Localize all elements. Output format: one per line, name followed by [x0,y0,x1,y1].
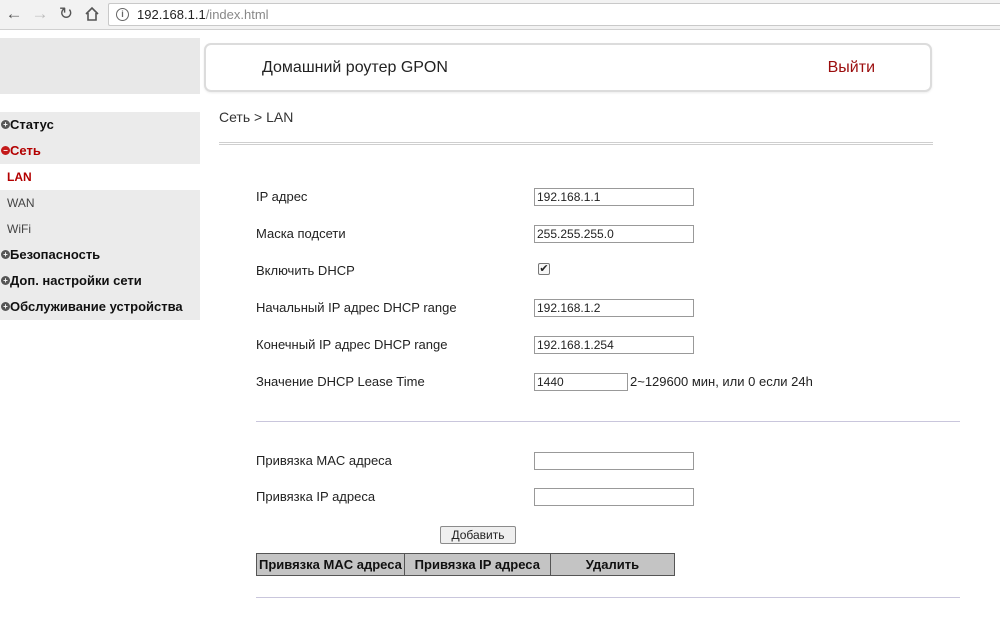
mac-binding-input[interactable] [534,452,694,470]
enable-dhcp-checkbox[interactable]: ✔ [538,263,550,275]
sidebar-item-label: Сеть [10,143,41,158]
ip-binding-input[interactable] [534,488,694,506]
column-header: Удалить [549,553,676,576]
ip-binding-label: Привязка IP адреса [256,489,376,504]
forward-icon[interactable]: → [30,4,50,24]
sidebar-item-maintenance[interactable]: + Обслуживание устройства [0,294,200,320]
sidebar-item-advanced-network[interactable]: + Доп. настройки сети [0,268,200,294]
expand-icon: + [1,302,10,311]
divider [219,142,933,145]
table-header-row: Привязка MAC адреса Привязка IP адреса У… [256,553,676,576]
reload-icon[interactable]: ↻ [56,4,76,24]
sidebar-item-network[interactable]: − Сеть [0,138,200,164]
expand-icon: + [1,250,10,259]
mac-binding-label: Привязка MAC адреса [256,453,392,468]
binding-table: Привязка MAC адреса Привязка IP адреса У… [256,553,676,576]
sidebar-item-label: LAN [7,170,32,184]
dhcp-start-label: Начальный IP адрес DHCP range [256,300,457,315]
dhcp-end-label: Конечный IP адрес DHCP range [256,337,448,352]
ip-address-label: IP адрес [256,189,308,204]
add-button[interactable]: Добавить [440,526,516,544]
sidebar-item-label: WAN [7,196,35,210]
sidebar-item-status[interactable]: + Статус [0,112,200,138]
info-icon[interactable]: i [116,8,129,21]
lease-time-hint: 2~129600 мин, или 0 если 24h [630,374,813,389]
address-bar[interactable]: i 192.168.1.1/index.html [108,3,1000,26]
dhcp-end-input[interactable] [534,336,694,354]
expand-icon: + [1,276,10,285]
sidebar-nav: + Статус − Сеть LAN WAN WiFi + Безопасно… [0,112,200,320]
divider [256,597,960,598]
url-text: 192.168.1.1/index.html [137,7,269,22]
back-icon[interactable]: ← [4,4,24,24]
ip-address-input[interactable] [534,188,694,206]
dhcp-start-input[interactable] [534,299,694,317]
sidebar-item-wifi[interactable]: WiFi [0,216,200,242]
sidebar-item-label: Доп. настройки сети [10,273,142,288]
checkmark-icon: ✔ [539,263,549,275]
enable-dhcp-label: Включить DHCP [256,263,355,278]
breadcrumb: Сеть > LAN [219,109,294,125]
column-header: Привязка IP адреса [403,553,551,576]
subnet-mask-label: Маска подсети [256,226,346,241]
sidebar-item-label: Статус [10,117,54,132]
sidebar-item-wan[interactable]: WAN [0,190,200,216]
sidebar-item-security[interactable]: + Безопасность [0,242,200,268]
sidebar-item-label: Обслуживание устройства [10,299,183,314]
sidebar-item-lan[interactable]: LAN [0,164,200,190]
home-icon[interactable] [82,4,102,24]
lease-time-input[interactable] [534,373,628,391]
lease-time-label: Значение DHCP Lease Time [256,374,425,389]
sidebar-item-label: WiFi [7,222,31,236]
sidebar-item-label: Безопасность [10,247,101,262]
logo-area [0,38,200,94]
subnet-mask-input[interactable] [534,225,694,243]
divider [256,421,960,422]
browser-toolbar: ← → ↻ i 192.168.1.1/index.html [0,0,1000,30]
logout-link[interactable]: Выйти [828,59,875,77]
column-header: Привязка MAC адреса [256,553,405,576]
collapse-icon: − [1,146,10,155]
page-header: Домашний роутер GPON Выйти [204,43,932,92]
device-title: Домашний роутер GPON [262,59,448,76]
expand-icon: + [1,120,10,129]
